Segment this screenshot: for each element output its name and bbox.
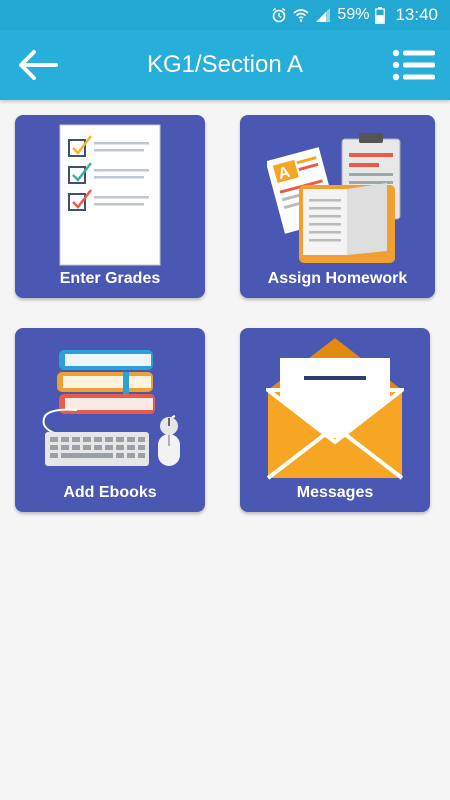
page-title: KG1/Section A	[146, 51, 304, 78]
menu-button[interactable]	[392, 48, 436, 82]
ebooks-icon	[42, 350, 180, 466]
tile-label: Assign Homework	[267, 270, 408, 287]
homework-icon: A	[267, 133, 401, 263]
assign-homework-tile[interactable]: A Assign Homework	[240, 115, 435, 298]
alarm-icon	[272, 7, 286, 23]
list-menu-icon	[392, 49, 435, 81]
battery-percent: 59%	[337, 6, 370, 23]
clock: 13:40	[395, 5, 438, 24]
back-button[interactable]	[14, 46, 62, 84]
add-ebooks-tile[interactable]: Add Ebooks	[15, 328, 205, 512]
wifi-icon	[293, 9, 309, 22]
messages-tile[interactable]: Messages	[240, 328, 430, 512]
envelope-icon	[266, 338, 404, 480]
app-bar: KG1/Section A	[0, 30, 450, 100]
tile-label: Enter Grades	[59, 270, 161, 287]
tile-label: Messages	[296, 484, 374, 501]
status-bar: 59% 13:40	[0, 0, 450, 30]
signal-icon	[316, 8, 331, 22]
enter-grades-tile[interactable]: Enter Grades	[15, 115, 205, 298]
tile-label: Add Ebooks	[63, 484, 157, 501]
status-icons: 59% 13:40	[271, 0, 438, 30]
checklist-icon	[59, 124, 161, 266]
battery-icon	[375, 6, 386, 24]
arrow-left-icon	[19, 50, 58, 80]
